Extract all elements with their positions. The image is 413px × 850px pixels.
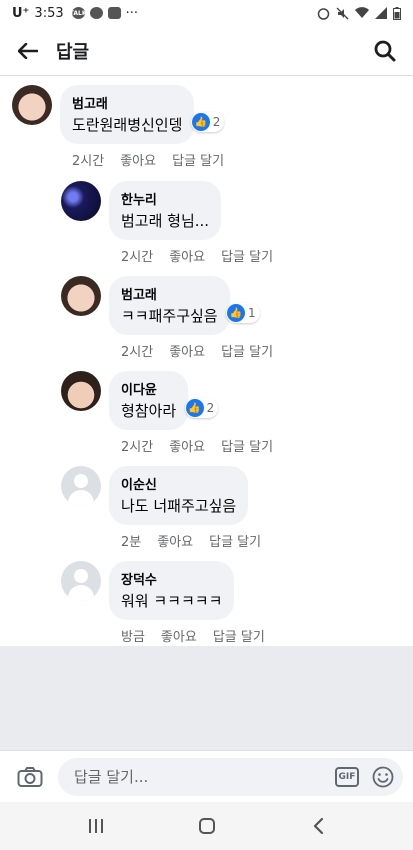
back-nav-button[interactable]: [298, 806, 338, 846]
avatar[interactable]: [61, 276, 101, 316]
battery-icon: [393, 6, 401, 20]
back-chevron-icon: [313, 817, 323, 835]
avatar[interactable]: [61, 181, 101, 221]
like-button[interactable]: 좋아요: [157, 531, 193, 550]
comment-bubble[interactable]: 장덕수 워워 ㅋㅋㅋㅋㅋ: [109, 561, 235, 620]
comment-actions: 2시간 좋아요 답글 달기: [109, 341, 273, 360]
reply-input[interactable]: [74, 767, 329, 786]
comment-time: 2시간: [72, 154, 105, 169]
smiley-icon: [372, 766, 394, 787]
reaction-count: 2: [206, 401, 215, 415]
gif-button[interactable]: GIF: [335, 766, 359, 787]
commenter-name[interactable]: 장덕수: [121, 569, 222, 588]
comment-time: 2시간: [121, 440, 154, 455]
thumbs-up-icon: 👍: [226, 304, 245, 322]
thumbs-up-icon: 👍: [185, 399, 204, 417]
recent-apps-icon: [88, 819, 103, 833]
wifi-icon: [355, 7, 369, 19]
comment-bubble[interactable]: 한누리 범고래 형님...: [109, 181, 222, 240]
search-icon: [374, 40, 396, 61]
reply-button[interactable]: 답글 달기: [221, 246, 273, 265]
commenter-name[interactable]: 한누리: [121, 189, 209, 208]
avatar[interactable]: [12, 85, 52, 125]
comment-thread: 범고래 도란원래병신인뎅 👍 2 2시간 좋아요 답글 달기 한누리 범고래 형…: [0, 76, 413, 646]
reaction-count: 1: [247, 306, 256, 320]
thumbs-up-icon: 👍: [191, 113, 210, 131]
reaction-badge[interactable]: 👍 2: [190, 112, 225, 132]
comment-text: 워워 ㅋㅋㅋㅋㅋ: [121, 592, 223, 610]
comment-item: 범고래 ㅋㅋ패주구싶음 👍 1 2시간 좋아요 답글 달기: [61, 276, 273, 360]
system-nav-bar: [0, 802, 413, 850]
gallery-icon: [107, 7, 121, 19]
more-notifications-icon: ···: [125, 5, 139, 21]
home-icon: [198, 818, 215, 834]
search-button[interactable]: [357, 26, 413, 76]
comment-item: 한누리 범고래 형님... 2시간 좋아요 답글 달기: [61, 181, 273, 265]
commenter-name[interactable]: 범고래: [121, 284, 218, 303]
reaction-count: 2: [212, 115, 221, 129]
avatar[interactable]: [61, 371, 101, 411]
like-button[interactable]: 좋아요: [169, 341, 205, 360]
comment-actions: 2분 좋아요 답글 달기: [109, 531, 261, 550]
home-button[interactable]: [187, 806, 227, 846]
commenter-name[interactable]: 이다윤: [121, 379, 176, 398]
app-header: 답글: [0, 26, 413, 76]
camera-button[interactable]: [10, 757, 50, 797]
comment-item: 이다윤 형참아라 👍 2 2시간 좋아요 답글 달기: [61, 371, 273, 455]
system-icons: [317, 6, 401, 20]
default-avatar-icon[interactable]: [61, 561, 101, 601]
comment-time: 2분: [121, 535, 142, 550]
comment-bubble[interactable]: 이다윤 형참아라 👍 2: [109, 371, 219, 430]
commenter-name[interactable]: 이순신: [121, 474, 236, 493]
reaction-badge[interactable]: 👍 1: [225, 303, 260, 323]
comment-bubble[interactable]: 범고래 ㅋㅋ패주구싶음 👍 1: [109, 276, 260, 335]
messenger-icon: [89, 7, 103, 19]
mute-icon: [336, 7, 349, 19]
reply-composer: GIF: [0, 750, 413, 802]
reply-button[interactable]: 답글 달기: [213, 626, 265, 645]
carrier-label: U⁺: [12, 5, 30, 21]
comment-text: 도란원래병신인뎅: [72, 116, 183, 134]
status-time: 3:53: [34, 5, 64, 21]
comment-text: 범고래 형님...: [121, 212, 210, 230]
comment-actions: 방금 좋아요 답글 달기: [109, 626, 265, 645]
emoji-button[interactable]: [371, 765, 395, 789]
comment-item: 장덕수 워워 ㅋㅋㅋㅋㅋ 방금 좋아요 답글 달기: [61, 561, 265, 645]
comment-text: 형참아라: [121, 402, 177, 420]
like-button[interactable]: 좋아요: [161, 626, 197, 645]
reply-button[interactable]: 답글 달기: [209, 531, 261, 550]
notification-icons: TALK ···: [70, 5, 139, 21]
comment-time: 방금: [121, 630, 145, 645]
like-button[interactable]: 좋아요: [169, 436, 205, 455]
commenter-name[interactable]: 범고래: [72, 93, 182, 112]
reply-button[interactable]: 답글 달기: [172, 150, 224, 169]
like-button[interactable]: 좋아요: [169, 246, 205, 265]
comment-actions: 2시간 좋아요 답글 달기: [60, 150, 224, 169]
comment-text: 나도 너패주고싶음: [121, 497, 237, 515]
comment-text: ㅋㅋ패주구싶음: [121, 307, 218, 325]
back-button[interactable]: [0, 26, 56, 76]
reaction-badge[interactable]: 👍 2: [184, 398, 219, 418]
comment-bubble[interactable]: 범고래 도란원래병신인뎅 👍 2: [60, 85, 225, 144]
comment-bubble[interactable]: 이순신 나도 너패주고싶음: [109, 466, 249, 525]
camera-icon: [17, 766, 43, 787]
comment-actions: 2시간 좋아요 답글 달기: [109, 436, 273, 455]
signal-icon: [375, 7, 387, 19]
reply-button[interactable]: 답글 달기: [221, 436, 273, 455]
page-title: 답글: [56, 41, 90, 63]
default-avatar-icon[interactable]: [61, 466, 101, 506]
comment-time: 2시간: [121, 345, 154, 360]
like-button[interactable]: 좋아요: [120, 150, 156, 169]
status-bar: U⁺ 3:53 TALK ···: [0, 0, 413, 26]
comment-item: 이순신 나도 너패주고싶음 2분 좋아요 답글 달기: [61, 466, 261, 550]
comment-item: 범고래 도란원래병신인뎅 👍 2 2시간 좋아요 답글 달기: [12, 85, 225, 169]
comment-actions: 2시간 좋아요 답글 달기: [109, 246, 273, 265]
reply-button[interactable]: 답글 달기: [221, 341, 273, 360]
talk-icon: TALK: [70, 7, 87, 19]
alarm-icon: [317, 7, 330, 20]
comment-time: 2시간: [121, 250, 154, 265]
recent-apps-button[interactable]: [76, 806, 116, 846]
back-arrow-icon: [18, 42, 38, 59]
reply-input-box: GIF: [58, 757, 403, 796]
